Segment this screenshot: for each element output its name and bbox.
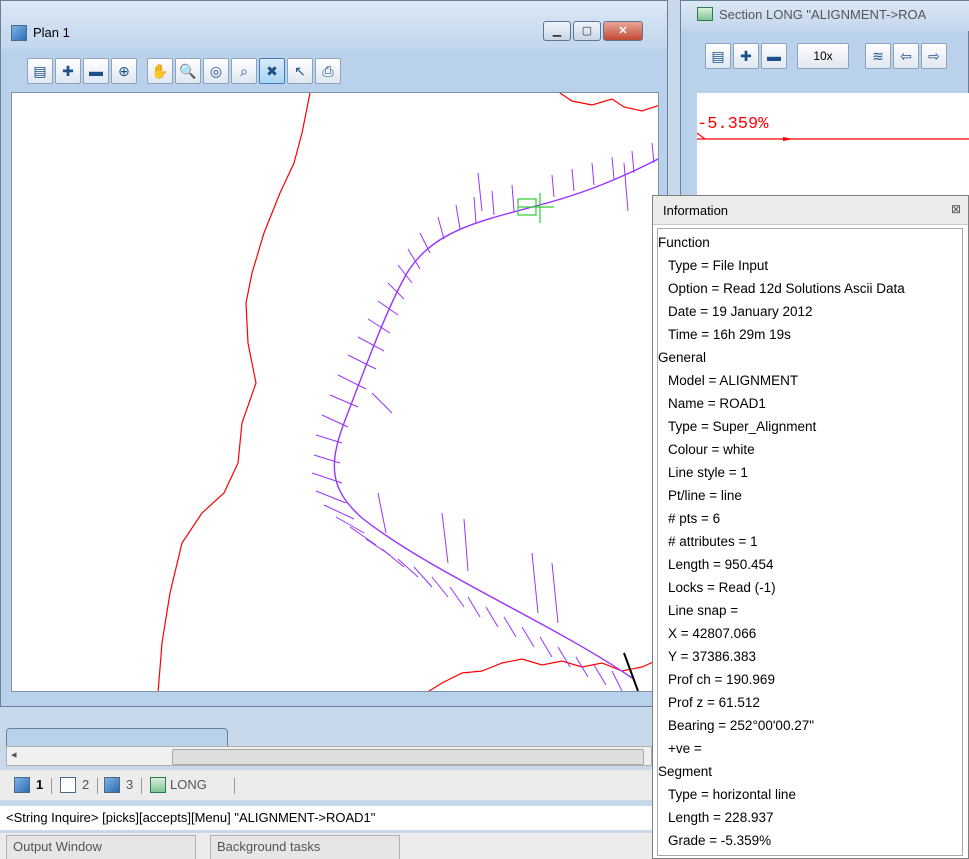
close-button[interactable]: ✕ [603,21,643,41]
section-zoom-in-icon[interactable]: ✚ [733,43,759,69]
section-view-icon [697,7,713,21]
info-field: Prof z = 61.512 [668,695,760,710]
info-field: Line style = 1 [668,465,748,480]
pick-icon[interactable]: ↖ [287,58,313,84]
information-title: Information [663,203,729,218]
info-section-header: General [658,350,707,365]
boundary-string-top [559,93,658,112]
info-field: X = 42807.066 [668,626,757,641]
info-section-header: Function [658,235,710,250]
info-field: Type = horizontal line [668,787,796,802]
section-right-arrow-icon[interactable]: ⇨ [921,43,947,69]
information-body: Function Type = File Input Option = Read 1… [657,228,963,856]
pan-icon[interactable]: ✋ [147,58,173,84]
tracking-icon[interactable]: ✖ [259,58,285,84]
info-field: # attributes = 1 [668,534,758,549]
info-field: Locks = Read (-1) [668,580,776,595]
info-field: Prof ch = 190.969 [668,672,775,687]
tab-output-window[interactable]: Output Window [6,835,196,859]
view-tabs-bar: 1 2 3 LONG [0,770,652,800]
info-field: Model = ALIGNMENT [668,373,799,388]
bottom-tabs-bar: Output Window Background tasks [0,833,652,859]
section-title: Section LONG "ALIGNMENT->ROA [719,7,927,22]
information-header[interactable]: Information ⊠ [653,196,968,225]
zoom-in-icon[interactable]: ✚ [55,58,81,84]
alignment-road1 [333,158,658,679]
plan-view-icon [14,777,30,793]
perspective-view-icon [60,777,76,793]
maximize-button[interactable]: ▢ [573,21,601,41]
plan-window[interactable]: Plan 1 ▁ ▢ ✕ ▤ ✚ ▬ ⊕ ✋ 🔍 ◎ ⌕ ✖ ↖ ⎙ [0,0,668,707]
zoom-fit-icon[interactable]: ⊕ [111,58,137,84]
info-field: Colour = white [668,442,755,457]
info-field: # pts = 6 [668,511,721,526]
zoom-out-icon[interactable]: ▬ [83,58,109,84]
tab-background-tasks[interactable]: Background tasks [210,835,400,859]
section-view-icon [150,777,166,793]
info-field: Length = 950.454 [668,557,774,572]
plan-view-icon [104,777,120,793]
section-titlebar[interactable]: Section LONG "ALIGNMENT->ROA [681,1,969,31]
info-field: Grade = -5.359% [668,833,772,848]
information-panel[interactable]: Information ⊠ Function Type = File Input O… [652,195,969,859]
plot-icon[interactable]: ⎙ [315,58,341,84]
tab-separator [234,778,235,794]
tab-view-3[interactable]: 3 [126,774,133,796]
info-field: Y = 37386.383 [668,649,756,664]
minimized-window[interactable] [6,728,228,748]
zoom-window-icon[interactable]: 🔍 [175,58,201,84]
info-field: Length = 228.937 [668,810,774,825]
boundary-string-bottom [428,658,658,691]
section-profile-icon[interactable]: ≋ [865,43,891,69]
scroll-thumb[interactable] [172,749,644,765]
info-field: Pt/line = line [668,488,742,503]
plan-drawing [157,93,658,691]
section-zoom-button[interactable]: 10x [797,43,849,69]
minimize-button[interactable]: ▁ [543,21,571,41]
tab-view-long[interactable]: LONG [170,774,207,796]
tab-view-1[interactable]: 1 [36,774,43,796]
close-icon[interactable]: ⊠ [951,202,961,216]
plan-view-icon [11,25,27,41]
section-zoom-out-icon[interactable]: ▬ [761,43,787,69]
tab-separator [97,778,98,794]
plan-canvas[interactable] [11,92,659,692]
info-field: Bearing = 252°00'00.27" [668,718,815,733]
tab-view-2[interactable]: 2 [82,774,89,796]
section-print-icon[interactable]: ▤ [705,43,731,69]
section-left-arrow-icon[interactable]: ⇦ [893,43,919,69]
info-field: Type = File Input [668,258,769,273]
print-icon[interactable]: ▤ [27,58,53,84]
plan-titlebar[interactable]: Plan 1 ▁ ▢ ✕ [1,1,667,49]
scroll-left-icon[interactable]: ◂ [11,748,17,761]
section-profile [697,132,969,141]
information-lines: Function Type = File Input Option = Read 1… [658,231,962,852]
zoom-extent-icon[interactable]: ⌕ [231,58,257,84]
info-field: Time = 16h 29m 19s [668,327,791,342]
info-field: Option = Read 12d Solutions Ascii Data [668,281,905,296]
boundary-string-left [157,93,311,691]
info-field: +ve = [668,741,702,756]
info-section-header: Segment [658,764,713,779]
zoom-target-icon[interactable]: ◎ [203,58,229,84]
cross-section-ticks [311,142,655,691]
window-title: Plan 1 [33,25,70,40]
tab-separator [141,778,142,794]
info-field: Type = Super_Alignment [668,419,817,434]
status-text: <String Inquire> [picks][accepts][Menu] … [6,810,376,825]
horizontal-scrollbar[interactable]: ◂ [6,746,652,766]
info-field: Line snap = [668,603,739,618]
tab-separator [51,778,52,794]
status-line: <String Inquire> [picks][accepts][Menu] … [0,806,652,830]
info-field: Date = 19 January 2012 [668,304,813,319]
black-string [623,652,639,691]
info-field: Name = ROAD1 [668,396,766,411]
